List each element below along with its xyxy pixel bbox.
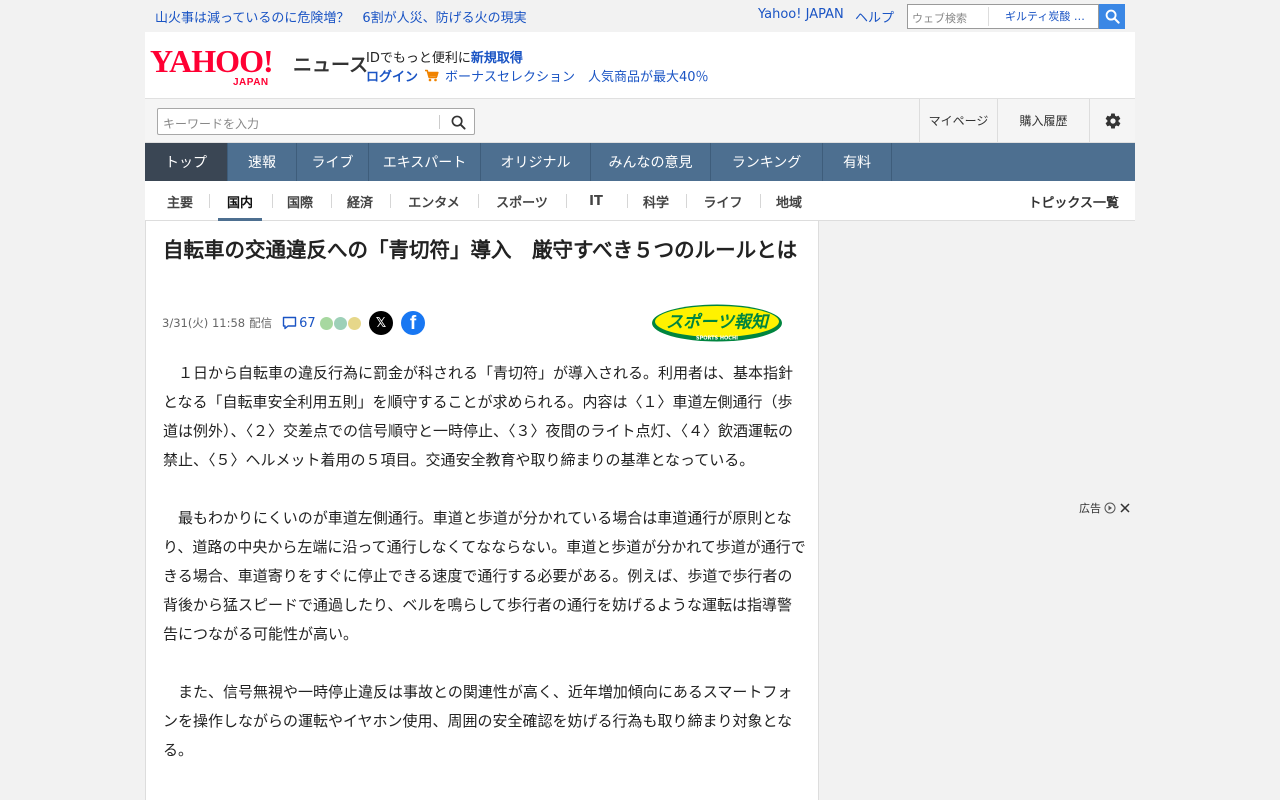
category-nav: 主要 国内 国際 経済 エンタメ スポーツ IT 科学 ライフ 地域 トピックス… [145,181,1135,221]
cart-icon [425,69,439,82]
delivered-label: 配信 [249,316,273,330]
article-paragraph: １日から自転車の違反行為に罰金が科される「青切符」が導入される。利用者は、基本指… [163,364,794,469]
subnav-domestic[interactable]: 国内 [218,181,262,221]
subnav-divider [331,194,332,208]
neutral-face-icon [333,316,347,330]
subnav-divider [478,194,479,208]
search-row: キーワードを入力 マイページ 購入履歴 [145,98,1135,143]
topics-list-link[interactable]: トピックス一覧 [1028,181,1119,221]
logo-yahoo-text: YAHOO! [150,43,274,79]
purchase-history-link[interactable]: 購入履歴 [997,99,1089,142]
yahoo-news-logo[interactable]: YAHOO! JAPAN ニュース [150,43,368,88]
facebook-share-button[interactable]: f [401,311,425,335]
subnav-divider [566,194,567,208]
subnav-divider [209,194,210,208]
ad-label: 広告 [1079,500,1131,516]
search-icon [451,115,466,130]
hochi-logo-text: スポーツ報知 [666,313,771,333]
site-header: YAHOO! JAPAN ニュース IDでもっと便利に新規取得 ログイン ボーナ… [145,32,1135,98]
search-divider [439,115,440,129]
gnav-live[interactable]: ライブ [297,143,369,181]
top-strip: 山火事は減っているのに危険増？ 6割が人災、防げる火の現実 Yahoo! JAP… [0,0,1280,32]
subnav-divider [272,194,273,208]
search-suggestion-link[interactable]: ギルティ炭酸 … [988,7,1096,26]
facebook-logo-icon: f [409,313,417,334]
subnav-entertainment[interactable]: エンタメ [399,181,469,221]
close-icon[interactable] [1119,502,1131,514]
article-paragraph: また、信号無視や一時停止違反は事故との関連性が高く、近年増加傾向にあるスマートフ… [163,683,793,759]
gnav-top[interactable]: トップ [145,143,228,181]
gnav-expert[interactable]: エキスパート [369,143,481,181]
hochi-logo-subtext: SPORTS HOCHI [696,336,738,342]
comment-count: 67 [299,315,316,331]
adchoices-icon[interactable] [1104,502,1116,514]
gear-icon [1105,113,1120,129]
logo-japan-text: JAPAN [233,77,269,88]
subnav-local[interactable]: 地域 [769,181,809,221]
ad-label-text: 広告 [1079,502,1101,515]
gnav-breaking[interactable]: 速報 [228,143,297,181]
smile-face-icon [347,316,361,330]
keyword-search-button[interactable] [448,113,468,131]
article-title: 自転車の交通違反への「青切符」導入 厳守すべき５つのルールとは [163,238,798,262]
settings-button[interactable] [1089,99,1135,142]
comment-icon [282,316,297,330]
login-line: ログイン ボーナスセレクション 人気商品が最大40％ [366,66,709,85]
x-share-button[interactable]: 𝕏 [369,311,393,335]
subnav-science[interactable]: 科学 [636,181,676,221]
subnav-main[interactable]: 主要 [162,181,198,221]
login-link[interactable]: ログイン [366,66,418,85]
register-link[interactable]: 新規取得 [471,51,523,66]
id-promo-line: IDでもっと便利に新規取得 [366,47,523,66]
reaction-faces [319,316,361,330]
web-search-button[interactable] [1099,4,1125,29]
subnav-divider [627,194,628,208]
sports-hochi-logo[interactable]: スポーツ報知 SPORTS HOCHI [650,303,784,343]
gnav-ranking[interactable]: ランキング [711,143,823,181]
web-search-placeholder: ウェブ検索 [912,12,967,25]
gnav-opinions[interactable]: みんなの意見 [591,143,711,181]
keyword-placeholder: キーワードを入力 [163,117,260,131]
ad-slot: 広告 [835,500,1135,800]
subnav-economy[interactable]: 経済 [340,181,380,221]
article-meta: 3/31(火) 11:58 配信 67 [162,312,361,334]
happy-face-icon [319,316,333,330]
top-headline-link[interactable]: 山火事は減っているのに危険増？ 6割が人災、防げる火の現実 [155,7,527,26]
subnav-international[interactable]: 国際 [281,181,319,221]
gnav-paid[interactable]: 有料 [823,143,892,181]
web-search-input[interactable]: ウェブ検索 ギルティ炭酸 … [907,4,1099,29]
yahoo-japan-link[interactable]: Yahoo! JAPAN [758,7,844,22]
subnav-divider [390,194,391,208]
subnav-divider [686,194,687,208]
id-text: IDでもっと便利に [366,51,471,66]
logo-news-text: ニュース [293,54,369,76]
bonus-selection-link[interactable]: ボーナスセレクション 人気商品が最大40％ [445,66,709,85]
search-icon [1105,9,1120,24]
subnav-it[interactable]: IT [575,181,617,221]
article-card: 自転車の交通違反への「青切符」導入 厳守すべき５つのルールとは 3/31(火) … [145,221,819,800]
article-body: １日から自転車の違反行為に罰金が科される「青切符」が導入される。利用者は、基本指… [163,359,806,794]
keyword-search-input[interactable]: キーワードを入力 [157,108,475,135]
x-logo-icon: 𝕏 [375,315,387,331]
help-link[interactable]: ヘルプ [855,7,894,26]
subnav-life[interactable]: ライフ [695,181,751,221]
subnav-divider [760,194,761,208]
article-paragraph: 最もわかりにくいのが車道左側通行。車道と歩道が分かれている場合は車道通行が原則と… [163,509,806,643]
comments-link[interactable]: 67 [282,316,316,331]
subnav-sports[interactable]: スポーツ [487,181,557,221]
mypage-link[interactable]: マイページ [919,99,997,142]
global-nav: トップ 速報 ライブ エキスパート オリジナル みんなの意見 ランキング 有料 [145,143,1135,181]
publish-date: 3/31(火) 11:58 [162,316,246,330]
gnav-original[interactable]: オリジナル [481,143,591,181]
